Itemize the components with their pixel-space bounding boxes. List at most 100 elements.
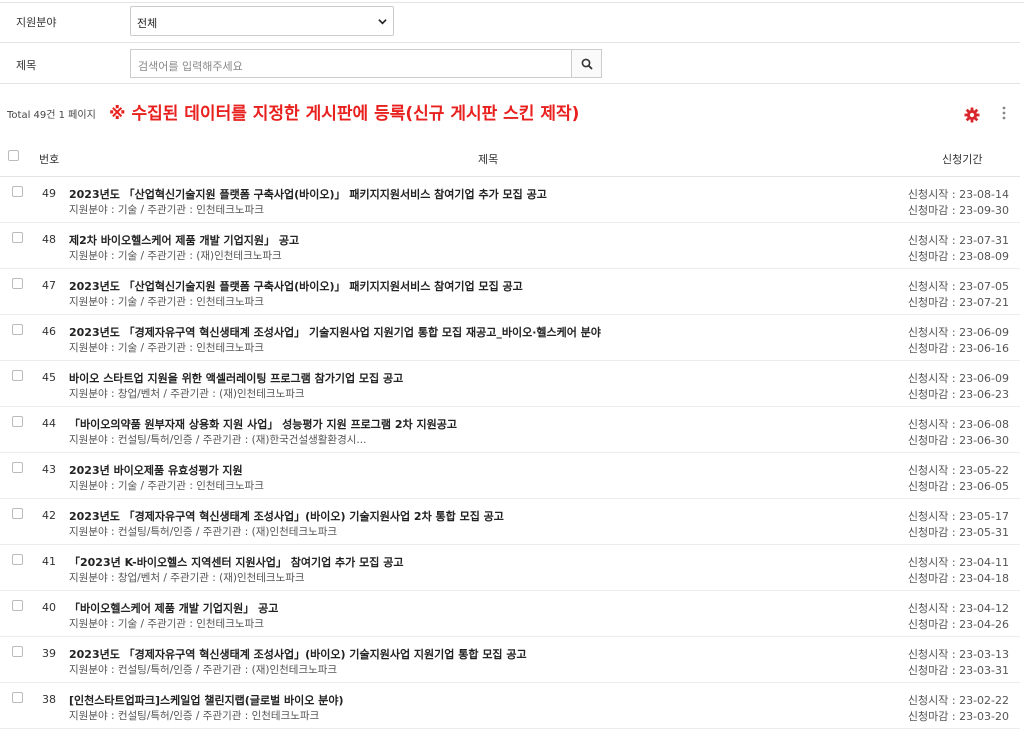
row-end-date: 신청마감 : 23-08-09 — [907, 250, 1009, 263]
row-number: 48 — [42, 233, 56, 246]
row-start-date: 신청시작 : 23-05-22 — [907, 464, 1009, 477]
row-start-date: 신청시작 : 23-04-11 — [907, 556, 1009, 569]
row-start-date: 신청시작 : 23-03-13 — [907, 648, 1009, 661]
row-meta: 지원분야 : 컨설팅/특허/인증 / 주관기관 : (재)인천테크노파크 — [69, 526, 338, 538]
row-meta: 지원분야 : 기술 / 주관기관 : 인천테크노파크 — [69, 296, 264, 308]
row-meta: 지원분야 : 컨설팅/특허/인증 / 주관기관 : (재)인천테크노파크 — [69, 664, 338, 676]
row-checkbox[interactable] — [12, 370, 23, 381]
row-end-date: 신청마감 : 23-04-18 — [907, 572, 1009, 585]
notice-text: ※ 수집된 데이터를 지정한 게시판에 등록(신규 게시판 스킨 제작) — [109, 104, 580, 124]
row-checkbox[interactable] — [12, 508, 23, 519]
row-meta: 지원분야 : 창업/벤처 / 주관기관 : (재)인천테크노파크 — [69, 388, 305, 400]
row-checkbox[interactable] — [12, 186, 23, 197]
row-checkbox[interactable] — [12, 324, 23, 335]
row-title-link[interactable]: 「2023년 K-바이오헬스 지역센터 지원사업」 참여기업 추가 모집 공고 — [69, 554, 403, 570]
category-filter-row: 지원분야 전체 — [0, 2, 1020, 43]
row-number: 39 — [42, 647, 56, 660]
row-checkbox[interactable] — [12, 278, 23, 289]
row-end-date: 신청마감 : 23-04-26 — [907, 618, 1009, 631]
row-title-link[interactable]: 2023년도 「경제자유구역 혁신생태계 조성사업」(바이오) 기술지원사업 지… — [69, 646, 527, 662]
row-end-date: 신청마감 : 23-03-31 — [907, 664, 1009, 677]
header-number: 번호 — [39, 153, 60, 166]
table-header: 번호 제목 신청기간 — [0, 139, 1020, 177]
row-number: 38 — [42, 693, 56, 706]
row-title-link[interactable]: 2023년도 「산업혁신기술지원 플랫폼 구축사업(바이오)」 패키지지원서비스… — [69, 186, 547, 202]
category-select[interactable]: 전체 — [130, 6, 394, 36]
table-row: 40 「바이오헬스케어 제품 개발 기업지원」 공고 지원분야 : 기술 / 주… — [0, 591, 1020, 637]
search-placeholder: 검색어를 입력해주세요 — [138, 60, 243, 73]
select-all-checkbox[interactable] — [8, 150, 19, 161]
row-start-date: 신청시작 : 23-08-14 — [907, 188, 1009, 201]
title-label: 제목 — [16, 59, 37, 72]
row-title-link[interactable]: 2023년도 「경제자유구역 혁신생태계 조성사업」 기술지원사업 지원기업 통… — [69, 324, 601, 340]
row-number: 40 — [42, 601, 56, 614]
row-meta: 지원분야 : 기술 / 주관기관 : (재)인천테크노파크 — [69, 250, 282, 262]
row-start-date: 신청시작 : 23-02-22 — [907, 694, 1009, 707]
row-end-date: 신청마감 : 23-06-30 — [907, 434, 1009, 447]
table-row: 45 바이오 스타트업 지원을 위한 액셀러레이팅 프로그램 참가기업 모집 공… — [0, 361, 1020, 407]
row-meta: 지원분야 : 기술 / 주관기관 : 인천테크노파크 — [69, 480, 264, 492]
row-checkbox[interactable] — [12, 462, 23, 473]
title-search-row: 제목 검색어를 입력해주세요 — [0, 43, 1020, 84]
row-title-link[interactable]: 2023년도 「산업혁신기술지원 플랫폼 구축사업(바이오)」 패키지지원서비스… — [69, 278, 523, 294]
row-end-date: 신청마감 : 23-03-20 — [907, 710, 1009, 723]
row-start-date: 신청시작 : 23-07-05 — [907, 280, 1009, 293]
row-end-date: 신청마감 : 23-06-23 — [907, 388, 1009, 401]
row-end-date: 신청마감 : 23-07-21 — [907, 296, 1009, 309]
row-checkbox[interactable] — [12, 600, 23, 611]
row-start-date: 신청시작 : 23-06-08 — [907, 418, 1009, 431]
header-title: 제목 — [478, 153, 499, 166]
table-row: 38 [인천스타트업파크]스케일업 챌린지랩(글로벌 바이오 분야) 지원분야 … — [0, 683, 1020, 729]
row-meta: 지원분야 : 컨설팅/특허/인증 / 주관기관 : 인천테크노파크 — [69, 710, 320, 722]
category-label: 지원분야 — [16, 16, 57, 29]
category-select-value: 전체 — [137, 17, 158, 30]
row-checkbox[interactable] — [12, 554, 23, 565]
kebab-icon[interactable] — [1001, 105, 1007, 121]
row-start-date: 신청시작 : 23-06-09 — [907, 372, 1009, 385]
row-title-link[interactable]: 제2차 바이오헬스케어 제품 개발 기업지원」 공고 — [69, 232, 299, 248]
row-title-link[interactable]: [인천스타트업파크]스케일업 챌린지랩(글로벌 바이오 분야) — [69, 692, 343, 708]
table-row: 42 2023년도 「경제자유구역 혁신생태계 조성사업」(바이오) 기술지원사… — [0, 499, 1020, 545]
table-row: 47 2023년도 「산업혁신기술지원 플랫폼 구축사업(바이오)」 패키지지원… — [0, 269, 1020, 315]
row-start-date: 신청시작 : 23-04-12 — [907, 602, 1009, 615]
row-meta: 지원분야 : 기술 / 주관기관 : 인천테크노파크 — [69, 204, 264, 216]
row-end-date: 신청마감 : 23-06-05 — [907, 480, 1009, 493]
total-count: Total 49건 1 페이지 — [7, 110, 96, 121]
row-checkbox[interactable] — [12, 416, 23, 427]
table-row: 44 「바이오의약품 원부자재 상용화 지원 사업」 성능평가 지원 프로그램 … — [0, 407, 1020, 453]
row-start-date: 신청시작 : 23-06-09 — [907, 326, 1009, 339]
search-button[interactable] — [571, 49, 602, 78]
row-end-date: 신청마감 : 23-09-30 — [907, 204, 1009, 217]
table-row: 41 「2023년 K-바이오헬스 지역센터 지원사업」 참여기업 추가 모집 … — [0, 545, 1020, 591]
search-icon — [581, 58, 593, 70]
gear-icon[interactable] — [964, 107, 980, 123]
row-number: 44 — [42, 417, 56, 430]
row-end-date: 신청마감 : 23-06-16 — [907, 342, 1009, 355]
row-checkbox[interactable] — [12, 646, 23, 657]
row-number: 42 — [42, 509, 56, 522]
row-meta: 지원분야 : 기술 / 주관기관 : 인천테크노파크 — [69, 618, 264, 630]
row-start-date: 신청시작 : 23-07-31 — [907, 234, 1009, 247]
row-number: 43 — [42, 463, 56, 476]
row-title-link[interactable]: 「바이오헬스케어 제품 개발 기업지원」 공고 — [69, 600, 278, 616]
row-title-link[interactable]: 2023년도 「경제자유구역 혁신생태계 조성사업」(바이오) 기술지원사업 2… — [69, 508, 504, 524]
post-list: 49 2023년도 「산업혁신기술지원 플랫폼 구축사업(바이오)」 패키지지원… — [0, 177, 1020, 729]
row-title-link[interactable]: 2023년 바이오제품 유효성평가 지원 — [69, 462, 243, 478]
row-start-date: 신청시작 : 23-05-17 — [907, 510, 1009, 523]
table-row: 43 2023년 바이오제품 유효성평가 지원 지원분야 : 기술 / 주관기관… — [0, 453, 1020, 499]
row-title-link[interactable]: 「바이오의약품 원부자재 상용화 지원 사업」 성능평가 지원 프로그램 2차 … — [69, 416, 457, 432]
search-input[interactable]: 검색어를 입력해주세요 — [130, 49, 571, 78]
row-number: 46 — [42, 325, 56, 338]
row-title-link[interactable]: 바이오 스타트업 지원을 위한 액셀러레이팅 프로그램 참가기업 모집 공고 — [69, 370, 403, 386]
row-checkbox[interactable] — [12, 692, 23, 703]
chevron-down-icon — [378, 19, 387, 25]
row-number: 49 — [42, 187, 56, 200]
row-number: 45 — [42, 371, 56, 384]
row-end-date: 신청마감 : 23-05-31 — [907, 526, 1009, 539]
header-period: 신청기간 — [942, 153, 983, 166]
row-checkbox[interactable] — [12, 232, 23, 243]
table-row: 46 2023년도 「경제자유구역 혁신생태계 조성사업」 기술지원사업 지원기… — [0, 315, 1020, 361]
row-meta: 지원분야 : 기술 / 주관기관 : 인천테크노파크 — [69, 342, 264, 354]
row-meta: 지원분야 : 창업/벤처 / 주관기관 : (재)인천테크노파크 — [69, 572, 305, 584]
table-row: 48 제2차 바이오헬스케어 제품 개발 기업지원」 공고 지원분야 : 기술 … — [0, 223, 1020, 269]
